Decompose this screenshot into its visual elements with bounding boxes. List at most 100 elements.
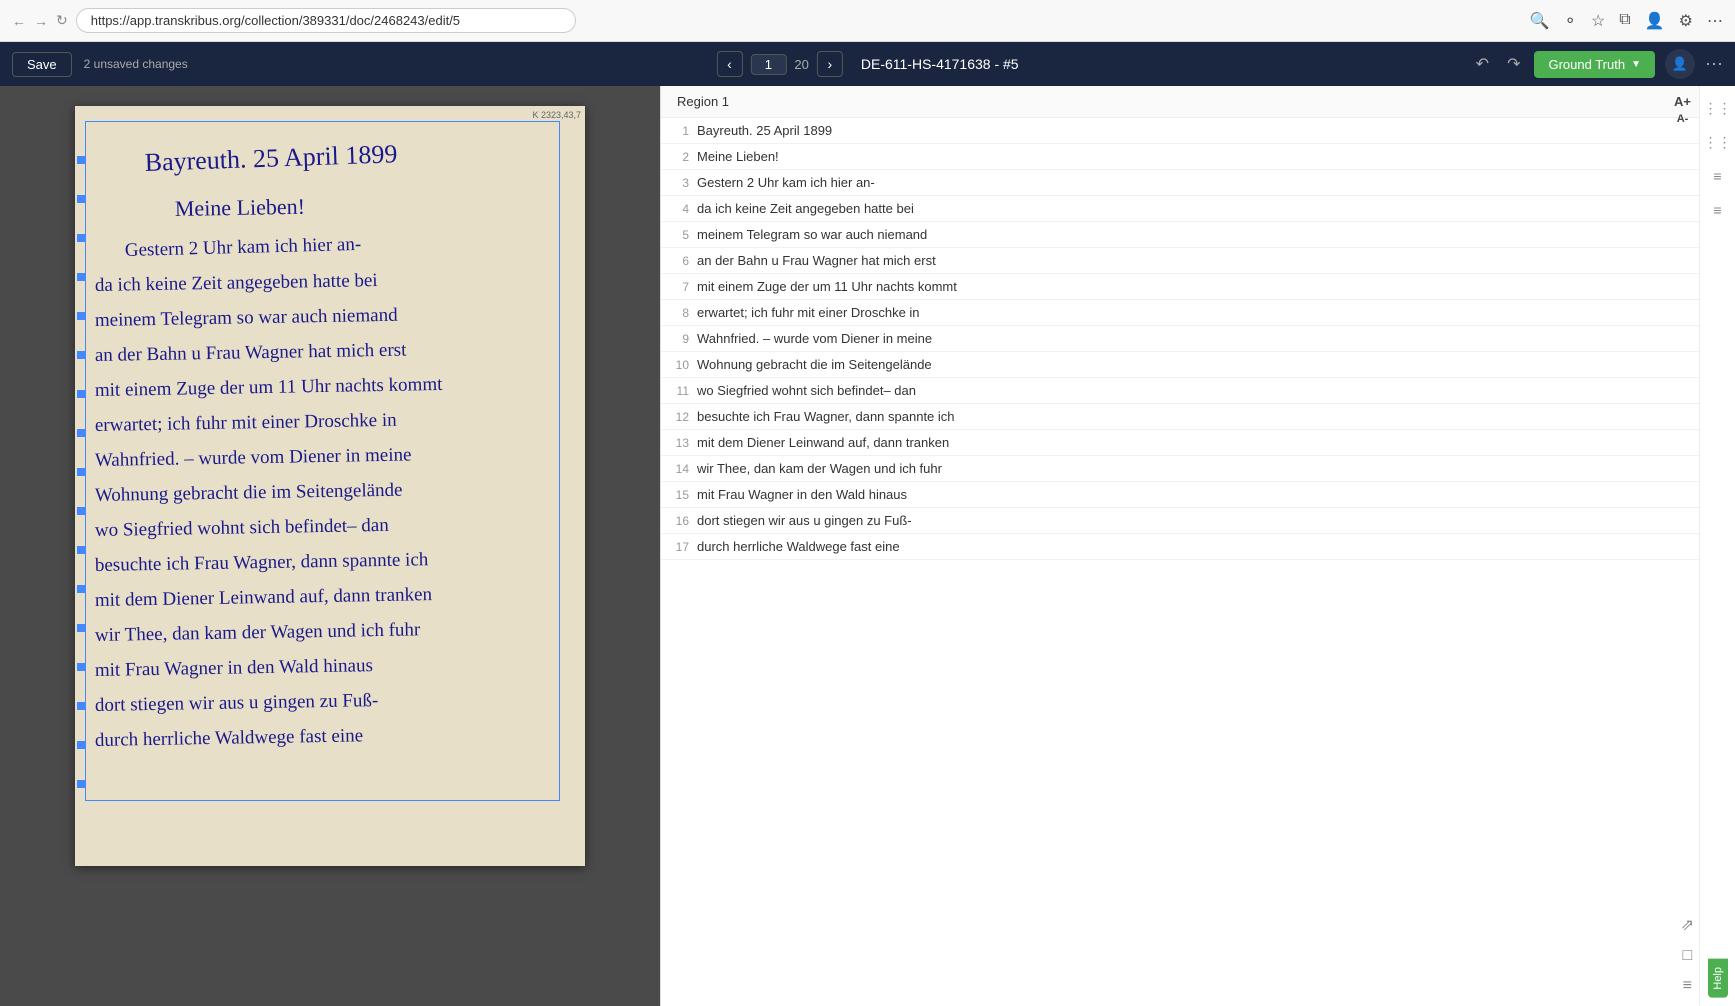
line-number: 13 — [671, 436, 689, 450]
svg-text:wo Siegfried wohnt sich befind: wo Siegfried wohnt sich befindet– dan — [95, 515, 390, 541]
svg-text:Gestern 2 Uhr kam ich hier an-: Gestern 2 Uhr kam ich hier an- — [125, 234, 362, 261]
lines-button[interactable]: ≡ — [1680, 974, 1695, 998]
line-text: Bayreuth. 25 April 1899 — [697, 123, 1697, 138]
line-text: an der Bahn u Frau Wagner hat mich erst — [697, 253, 1697, 268]
toolbar-right: ↶ ↷ Ground Truth ▼ 👤 ⋯ — [1472, 49, 1723, 79]
ground-truth-button[interactable]: Ground Truth ▼ — [1534, 51, 1655, 78]
transcription-row[interactable]: 9 Wahnfried. – wurde vom Diener in meine… — [661, 326, 1735, 352]
transcription-row[interactable]: 7 mit einem Zuge der um 11 Uhr nachts ko… — [661, 274, 1735, 300]
transcription-row[interactable]: 8 erwartet; ich fuhr mit einer Droschke … — [661, 300, 1735, 326]
lines-icon-btn-1[interactable]: ≡ — [1704, 162, 1732, 190]
help-tab[interactable]: Help — [1708, 959, 1728, 998]
line-text: Wohnung gebracht die im Seitengelände — [697, 357, 1697, 372]
line-handle-16[interactable] — [77, 741, 85, 749]
line-handle-10[interactable] — [77, 507, 85, 515]
line-text: dort stiegen wir aus u gingen zu Fuß- — [697, 513, 1697, 528]
grid-icon-btn-2[interactable]: ⋮⋮ — [1704, 128, 1732, 156]
transcription-row[interactable]: 12 besuchte ich Frau Wagner, dann spannt… — [661, 404, 1735, 430]
line-handle-9[interactable] — [77, 468, 85, 476]
svg-text:erwartet; ich fuhr mit einer D: erwartet; ich fuhr mit einer Droschke in — [95, 410, 398, 436]
line-handle-17[interactable] — [77, 780, 85, 788]
svg-text:meinem Telegram so war auch ni: meinem Telegram so war auch niemand — [95, 305, 399, 331]
svg-text:mit einem Zuge der um 11 Uhr n: mit einem Zuge der um 11 Uhr nachts komm… — [95, 374, 444, 401]
forward-icon[interactable]: → — [34, 13, 48, 29]
transcription-row[interactable]: 4 da ich keine Zeit angegeben hatte bei … — [661, 196, 1735, 222]
line-handle-11[interactable] — [77, 546, 85, 554]
line-handle-7[interactable] — [77, 390, 85, 398]
svg-text:durch herrliche Waldwege fast: durch herrliche Waldwege fast eine — [95, 725, 364, 751]
doc-title-center: ‹ 20 › DE-611-HS-4171638 - #5 — [716, 51, 1018, 77]
transcription-list[interactable]: 1 Bayreuth. 25 April 1899 ⋮⋮ 2 Meine Lie… — [661, 118, 1735, 1006]
line-text: durch herrliche Waldwege fast eine — [697, 539, 1697, 554]
line-text: meinem Telegram so war auch niemand — [697, 227, 1697, 242]
more-options-button[interactable]: ⋯ — [1705, 54, 1723, 75]
expand-button[interactable]: ⇗ — [1678, 912, 1697, 938]
line-number: 7 — [671, 280, 689, 294]
line-number: 4 — [671, 202, 689, 216]
transcription-row[interactable]: 14 wir Thee, dan kam der Wagen und ich f… — [661, 456, 1735, 482]
transcription-row[interactable]: 3 Gestern 2 Uhr kam ich hier an- ⋮⋮ — [661, 170, 1735, 196]
svg-text:Wohnung gebracht die im Seiten: Wohnung gebracht die im Seitengelände — [95, 480, 403, 506]
transcription-row[interactable]: 1 Bayreuth. 25 April 1899 ⋮⋮ — [661, 118, 1735, 144]
account-icon[interactable]: 👤 — [1645, 11, 1665, 31]
line-handle-6[interactable] — [77, 351, 85, 359]
ground-truth-label: Ground Truth — [1548, 57, 1625, 72]
line-handle-8[interactable] — [77, 429, 85, 437]
more-icon[interactable]: ⋯ — [1707, 11, 1723, 31]
doc-title: DE-611-HS-4171638 - #5 — [861, 56, 1019, 72]
lines-icon-btn-2[interactable]: ≡ — [1704, 196, 1732, 224]
page-input[interactable] — [750, 54, 786, 75]
line-handle-4[interactable] — [77, 273, 85, 281]
line-text: mit einem Zuge der um 11 Uhr nachts komm… — [697, 279, 1697, 294]
profile-icon[interactable]: ⚬ — [1564, 11, 1577, 31]
right-sidebar: ⋮⋮ ⋮⋮ ≡ ≡ Help — [1699, 86, 1735, 1006]
font-increase-button[interactable]: A+ — [1668, 92, 1697, 111]
doc-page: K 2323,43,7 — [75, 106, 585, 866]
font-decrease-button[interactable]: A- — [1671, 111, 1695, 127]
line-handle-2[interactable] — [77, 195, 85, 203]
doc-viewer[interactable]: K 2323,43,7 — [0, 86, 660, 1006]
url-bar[interactable]: https://app.transkribus.org/collection/3… — [76, 8, 576, 33]
search-icon[interactable]: 🔍 — [1530, 11, 1550, 31]
svg-text:mit Frau Wagner in den Wald hi: mit Frau Wagner in den Wald hinaus — [95, 655, 373, 681]
line-handle-15[interactable] — [77, 702, 85, 710]
transcription-row[interactable]: 15 mit Frau Wagner in den Wald hinaus ⋮⋮ — [661, 482, 1735, 508]
transcription-row[interactable]: 6 an der Bahn u Frau Wagner hat mich ers… — [661, 248, 1735, 274]
layout-button[interactable]: □ — [1679, 944, 1695, 968]
svg-text:besuchte ich Frau Wagner, dann: besuchte ich Frau Wagner, dann spannte i… — [95, 549, 429, 576]
back-icon[interactable]: ← — [12, 13, 26, 29]
transcription-row[interactable]: 11 wo Siegfried wohnt sich befindet– dan… — [661, 378, 1735, 404]
grid-icon[interactable]: ⧉ — [1619, 11, 1630, 31]
line-text: mit dem Diener Leinwand auf, dann tranke… — [697, 435, 1697, 450]
prev-page-button[interactable]: ‹ — [716, 51, 742, 77]
transcription-row[interactable]: 17 durch herrliche Waldwege fast eine ⋮⋮ — [661, 534, 1735, 560]
transcription-row[interactable]: 16 dort stiegen wir aus u gingen zu Fuß-… — [661, 508, 1735, 534]
transcription-row[interactable]: 10 Wohnung gebracht die im Seitengelände… — [661, 352, 1735, 378]
line-handle-13[interactable] — [77, 624, 85, 632]
line-handle-14[interactable] — [77, 663, 85, 671]
line-handle-1[interactable] — [77, 156, 85, 164]
svg-text:Bayreuth. 25 April 1899: Bayreuth. 25 April 1899 — [144, 139, 398, 177]
line-number: 9 — [671, 332, 689, 346]
transcription-row[interactable]: 5 meinem Telegram so war auch niemand ⋮⋮ — [661, 222, 1735, 248]
line-handle-12[interactable] — [77, 585, 85, 593]
transcription-row[interactable]: 13 mit dem Diener Leinwand auf, dann tra… — [661, 430, 1735, 456]
bottom-panel-controls: ⇗ □ ≡ — [1678, 904, 1697, 1006]
refresh-icon[interactable]: ↻ — [56, 12, 68, 29]
next-page-button[interactable]: › — [817, 51, 843, 77]
star-icon[interactable]: ☆ — [1591, 11, 1605, 31]
redo-button[interactable]: ↷ — [1503, 50, 1524, 78]
region-title: Region 1 — [677, 94, 729, 109]
save-button[interactable]: Save — [12, 52, 72, 77]
line-text: Meine Lieben! — [697, 149, 1697, 164]
user-avatar[interactable]: 👤 — [1665, 49, 1695, 79]
line-number: 12 — [671, 410, 689, 424]
line-handle-3[interactable] — [77, 234, 85, 242]
undo-button[interactable]: ↶ — [1472, 50, 1493, 78]
grid-icon-btn-1[interactable]: ⋮⋮ — [1704, 94, 1732, 122]
svg-text:an der Bahn u Frau Wagner hat: an der Bahn u Frau Wagner hat mich erst — [95, 340, 408, 366]
line-handle-5[interactable] — [77, 312, 85, 320]
transcription-row[interactable]: 2 Meine Lieben! ⋮⋮ — [661, 144, 1735, 170]
extension-icon[interactable]: ⚙ — [1679, 11, 1693, 31]
handwriting-svg: Bayreuth. 25 April 1899 Meine Lieben! Ge… — [85, 126, 555, 846]
